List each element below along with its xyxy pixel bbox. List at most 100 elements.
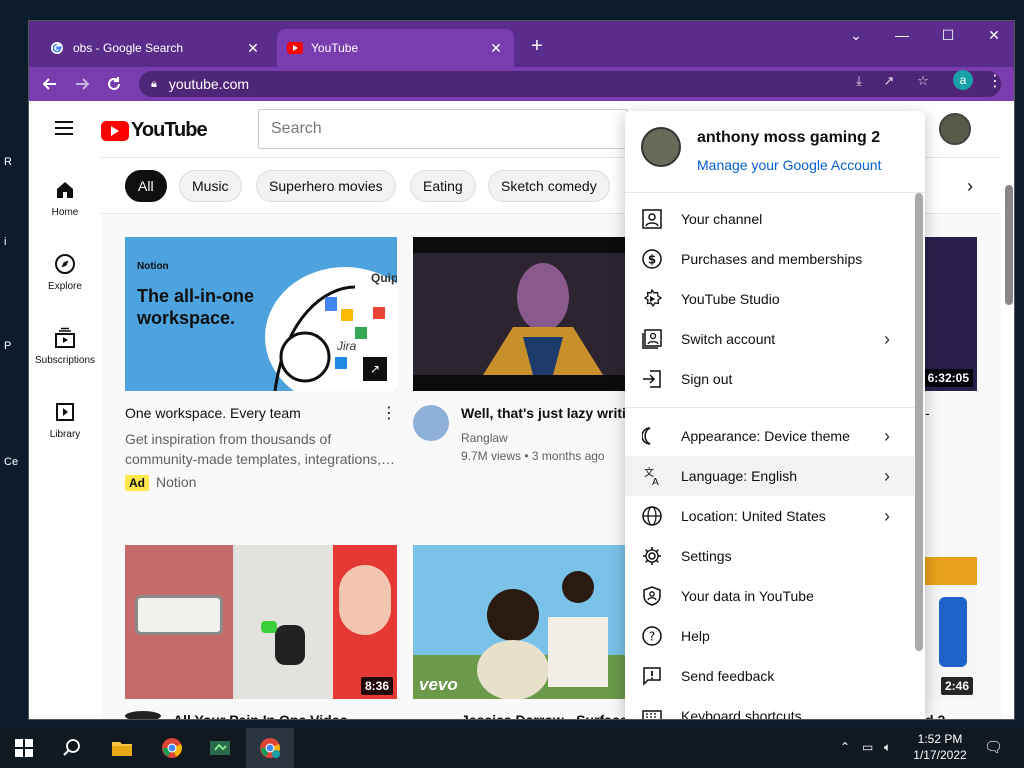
video-thumbnail[interactable] [413, 237, 625, 391]
menu-scrollbar[interactable] [915, 193, 923, 651]
notifications-icon[interactable]: 🗨︎ [984, 738, 1003, 756]
video-title-fragment[interactable]: d 2 [925, 712, 965, 719]
tab-youtube[interactable]: YouTube ✕ [277, 29, 514, 67]
address-bar[interactable]: 🔒︎ youtube.com [139, 71, 1001, 97]
menu-item-switch-account[interactable]: Switch account › [625, 319, 915, 359]
obs-app-icon[interactable] [206, 734, 234, 762]
page-scrollbar[interactable] [1005, 185, 1013, 305]
share-icon[interactable]: ↗ [881, 73, 897, 88]
external-link-icon[interactable]: ↗ [363, 357, 387, 381]
windows-start-icon[interactable] [10, 734, 38, 762]
chip-sketch-comedy[interactable]: Sketch comedy [488, 170, 610, 202]
chrome-icon[interactable] [158, 734, 186, 762]
chip-superhero-movies[interactable]: Superhero movies [256, 170, 396, 202]
menu-item-label: YouTube Studio [681, 291, 780, 307]
tab-google-search[interactable]: obs - Google Search ✕ [39, 29, 271, 67]
system-clock[interactable]: 1:52 PM 1/17/2022 [908, 731, 972, 763]
chrome-profile-icon[interactable] [256, 734, 284, 762]
volume-muted-icon[interactable]: 🔈︎ [884, 740, 891, 755]
account-menu-avatar [641, 127, 681, 167]
forward-button[interactable] [71, 73, 93, 95]
channel-name[interactable]: Ranglaw [461, 431, 508, 445]
video-duration: 2:46 [940, 677, 973, 695]
account-menu: anthony moss gaming 2 Manage your Google… [625, 111, 925, 719]
sidebar-item-explore[interactable]: Explore [29, 253, 101, 292]
lock-icon[interactable]: 🔒︎ [151, 78, 157, 91]
video-thumbnail[interactable]: 8:36 [125, 545, 397, 699]
video-meta: 9.7M views • 3 months ago [461, 449, 605, 463]
menu-item-send-feedback[interactable]: Send feedback [625, 656, 915, 696]
sidebar-item-home[interactable]: Home [29, 179, 101, 218]
youtube-logo[interactable]: YouTube [101, 119, 208, 142]
chip-eating[interactable]: Eating [410, 170, 476, 202]
chevron-right-icon[interactable]: › [967, 176, 973, 197]
chip-music[interactable]: Music [179, 170, 242, 202]
menu-item-sign-out[interactable]: Sign out [625, 359, 915, 399]
minimize-button[interactable]: — [887, 27, 917, 43]
video-title[interactable]: One workspace. Every team [125, 405, 365, 421]
menu-item-your-data[interactable]: Your data in YouTube [625, 576, 915, 616]
network-icon[interactable]: ▭ [862, 740, 873, 754]
channel-name[interactable]: Notion [156, 474, 196, 490]
browser-menu-icon[interactable]: ⋮ [987, 71, 1003, 91]
reload-button[interactable] [103, 73, 125, 95]
menu-item-your-channel[interactable]: Your channel [625, 199, 915, 239]
menu-item-purchases[interactable]: $ Purchases and memberships [625, 239, 915, 279]
hamburger-menu-icon[interactable] [55, 121, 73, 139]
desktop-icon-label[interactable]: P [4, 340, 11, 352]
video-thumbnail[interactable]: 6:32:05 [925, 237, 977, 391]
search-input[interactable]: Search [258, 109, 628, 149]
moon-icon [641, 425, 663, 447]
more-options-icon[interactable]: ⋮ [381, 403, 397, 423]
channel-avatar[interactable] [413, 405, 449, 441]
reload-icon [108, 77, 120, 90]
video-title[interactable]: Jessica Darrow - Surface [461, 712, 625, 719]
jira-label: Jira [337, 339, 357, 353]
video-thumbnail[interactable]: vevo [413, 545, 625, 699]
video-thumbnail[interactable]: 2:46 [925, 557, 977, 699]
thumbnail-art [275, 625, 305, 665]
close-tab-icon[interactable]: ✕ [488, 40, 504, 57]
menu-item-help[interactable]: ? Help [625, 616, 915, 656]
channel-avatar[interactable] [125, 711, 161, 719]
search-icon[interactable] [58, 734, 86, 762]
sidebar-item-subscriptions[interactable]: Subscriptions [29, 327, 101, 366]
clock-time: 1:52 PM [917, 732, 963, 746]
video-title[interactable]: All Your Pain In One Video [173, 712, 393, 719]
desktop-icon-label[interactable]: i [4, 236, 6, 248]
chip-all[interactable]: All [125, 170, 167, 202]
desktop-icon-label[interactable]: Ce [4, 456, 18, 468]
close-tab-icon[interactable]: ✕ [245, 40, 261, 57]
new-tab-button[interactable]: + [527, 35, 547, 58]
menu-item-language[interactable]: 文A Language: English › [625, 456, 915, 496]
search-placeholder: Search [271, 120, 322, 137]
ad-thumbnail[interactable]: Notion The all-in-one workspace. Quip Ji… [125, 237, 397, 391]
maximize-button[interactable]: ☐ [933, 27, 963, 44]
video-title[interactable]: Well, that's just lazy writing [461, 405, 625, 421]
back-button[interactable] [39, 73, 61, 95]
menu-item-youtube-studio[interactable]: YouTube Studio [625, 279, 915, 319]
account-avatar[interactable] [939, 113, 971, 145]
menu-item-settings[interactable]: Settings [625, 536, 915, 576]
tab-title: YouTube [311, 41, 359, 55]
browser-profile-avatar[interactable]: a [953, 70, 973, 90]
tab-search-button[interactable]: ⌄ [841, 27, 871, 44]
video-title-fragment[interactable]: - [925, 405, 955, 421]
home-icon [57, 182, 73, 198]
menu-item-location[interactable]: Location: United States › [625, 496, 915, 536]
dollar-icon: $ [641, 248, 663, 270]
manage-account-link[interactable]: Manage your Google Account [697, 157, 881, 173]
install-app-icon[interactable]: ⤓ [851, 73, 867, 88]
tray-chevron-up-icon[interactable]: ⌃ [840, 740, 850, 754]
bookmark-star-icon[interactable]: ☆ [915, 73, 931, 88]
quip-label: Quip [371, 271, 397, 285]
desktop-icon-label[interactable]: R [4, 156, 12, 168]
menu-item-appearance[interactable]: Appearance: Device theme › [625, 416, 915, 456]
file-explorer-icon[interactable] [108, 734, 136, 762]
shield-person-icon [641, 585, 663, 607]
clock-date: 1/17/2022 [913, 748, 967, 762]
menu-item-keyboard-shortcuts[interactable]: Keyboard shortcuts [625, 696, 915, 719]
sidebar-item-library[interactable]: Library [29, 401, 101, 440]
close-window-button[interactable]: ✕ [979, 27, 1009, 44]
chevron-right-icon: › [884, 425, 890, 446]
